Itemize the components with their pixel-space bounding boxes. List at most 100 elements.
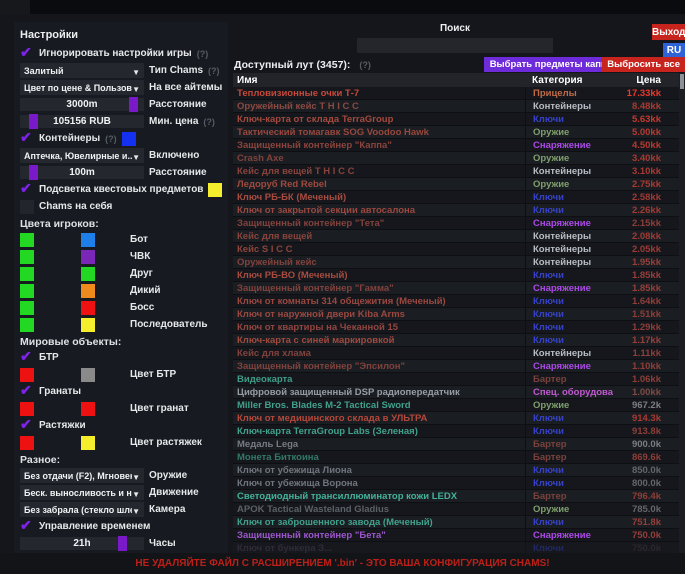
table-row[interactable]: Ключ РБ-ВО (Меченый) Ключи 1.85kk — [233, 269, 685, 282]
slider-handle[interactable] — [129, 97, 138, 112]
drop-all-button[interactable]: Выбросить все — [602, 57, 685, 72]
table-row[interactable]: APOK Tactical Wasteland Gladius Оружие 7… — [233, 503, 685, 516]
select-kappa-items-button[interactable]: Выбрать предметы каппа — [484, 57, 618, 72]
table-row[interactable]: Защищенный контейнер "Эпсилон" Снаряжени… — [233, 360, 685, 373]
table-row[interactable]: Тепловизионные очки Т-7 Прицелы 17.33kk — [233, 87, 685, 100]
table-row[interactable]: Ключ-карта от склада TerraGroup Ключи 5.… — [233, 113, 685, 126]
distance-slider[interactable]: 3000m — [20, 98, 144, 111]
item-price: 1.10kk — [613, 361, 685, 372]
item-category: Бартер — [525, 451, 613, 463]
table-row[interactable]: Miller Bros. Blades M-2 Tactical Sword О… — [233, 399, 685, 412]
table-row[interactable]: Оружейный кейс Контейнеры 1.95kk — [233, 256, 685, 269]
player-visible-color-swatch[interactable] — [20, 318, 34, 332]
column-header-category[interactable]: Категория — [525, 73, 613, 87]
containers-filter-dropdown[interactable]: Аптечка, Ювелирные и... — [20, 148, 144, 163]
player-type-color-swatch[interactable] — [81, 233, 95, 247]
table-row[interactable]: Ледоруб Red Rebel Оружие 2.75kk — [233, 178, 685, 191]
weapon-dropdown[interactable]: Без отдачи (F2), Мгновенное п — [20, 468, 144, 483]
column-header-name[interactable]: Имя — [233, 75, 525, 86]
item-name: Кейс для хлама — [233, 348, 525, 359]
table-row[interactable]: Ключ от заброшенного завода (Меченый) Кл… — [233, 516, 685, 529]
search-input[interactable] — [357, 38, 553, 53]
containers-checkbox[interactable] — [20, 132, 34, 146]
tripwires-color-swatch-2[interactable] — [81, 436, 95, 450]
table-row[interactable]: Защищенный контейнер "Тета" Снаряжение 2… — [233, 217, 685, 230]
help-icon: (?) — [197, 49, 209, 59]
grenades-color-swatch-1[interactable] — [20, 402, 34, 416]
table-row[interactable]: Кейс S I C C Контейнеры 2.05kk — [233, 243, 685, 256]
player-visible-color-swatch[interactable] — [20, 267, 34, 281]
grenades-color-swatch-2[interactable] — [81, 402, 95, 416]
ignore-game-settings-checkbox[interactable] — [20, 47, 34, 61]
table-row[interactable]: Светодиодный трансиллюминатор кожи LEDX … — [233, 490, 685, 503]
scrollbar-thumb[interactable] — [680, 74, 684, 89]
table-scrollbar[interactable] — [679, 73, 685, 553]
min-price-slider[interactable]: 105156 RUB — [20, 115, 144, 128]
item-category: Ключи — [525, 477, 613, 489]
player-type-color-swatch[interactable] — [81, 284, 95, 298]
btr-color-swatch-1[interactable] — [20, 368, 34, 382]
table-row[interactable]: Ключ от квартиры на Чеканной 15 Ключи 1.… — [233, 321, 685, 334]
movement-dropdown[interactable]: Беск. выносливость и нет уста — [20, 485, 144, 500]
hours-row: 21h Часы — [14, 535, 228, 552]
table-row[interactable]: Ключ от убежища Лиона Ключи 850.0k — [233, 464, 685, 477]
table-row[interactable]: Ключ от наружной двери Kiba Arms Ключи 1… — [233, 308, 685, 321]
table-row[interactable]: Защищенный контейнер "Бета" Снаряжение 7… — [233, 529, 685, 542]
time-control-checkbox[interactable] — [20, 520, 34, 534]
table-row[interactable]: Защищенный контейнер "Каппа" Снаряжение … — [233, 139, 685, 152]
language-button[interactable]: RU — [663, 43, 685, 57]
player-type-color-swatch[interactable] — [81, 250, 95, 264]
btr-color-swatch-2[interactable] — [81, 368, 95, 382]
column-header-price[interactable]: Цена — [613, 75, 685, 86]
chams-type-dropdown[interactable]: Залитый — [20, 63, 144, 78]
slider-handle[interactable] — [118, 536, 127, 551]
item-price: 4.50kk — [613, 140, 685, 151]
exit-button[interactable]: Выход — [652, 24, 685, 40]
table-row[interactable]: Цифровой защищенный DSP радиопередатчик … — [233, 386, 685, 399]
slider-handle[interactable] — [29, 114, 38, 129]
player-visible-color-swatch[interactable] — [20, 301, 34, 315]
table-row[interactable]: Ключ от закрытой секции автосалона Ключи… — [233, 204, 685, 217]
table-row[interactable]: Оружейный кейс T H I C C Контейнеры 8.48… — [233, 100, 685, 113]
table-row[interactable]: Ключ от бункера З... Ключи 750.0k — [233, 542, 685, 553]
quest-highlight-checkbox[interactable] — [20, 183, 34, 197]
item-category: Оружие — [525, 178, 613, 190]
table-row[interactable]: Ключ-карта TerraGroup Labs (Зеленая) Клю… — [233, 425, 685, 438]
hours-slider[interactable]: 21h — [20, 537, 144, 550]
table-row[interactable]: Монета Биткоина Бартер 869.6k — [233, 451, 685, 464]
table-row[interactable]: Ключ-карта с синей маркировкой Ключи 1.1… — [233, 334, 685, 347]
table-row[interactable]: Ключ от медицинского склада в УЛЬТРА Клю… — [233, 412, 685, 425]
item-name: Ключ от закрытой секции автосалона — [233, 205, 525, 216]
btr-checkbox[interactable] — [20, 351, 34, 365]
grenades-checkbox[interactable] — [20, 385, 34, 399]
item-category: Оружие — [525, 152, 613, 164]
item-price: 3.10kk — [613, 166, 685, 177]
table-row[interactable]: Тактический томагавк SOG Voodoo Hawk Ору… — [233, 126, 685, 139]
quest-highlight-color-swatch[interactable] — [208, 183, 222, 197]
containers-color-swatch[interactable] — [122, 132, 136, 146]
table-row[interactable]: Кейс для вещей Контейнеры 2.08kk — [233, 230, 685, 243]
slider-handle[interactable] — [29, 165, 38, 180]
containers-filter-value: Аптечка, Ювелирные и... — [24, 151, 132, 161]
all-items-dropdown[interactable]: Цвет по цене & Пользователь — [20, 80, 144, 95]
table-row[interactable]: Медаль Lega Бартер 900.0k — [233, 438, 685, 451]
table-row[interactable]: Ключ от комнаты 314 общежития (Меченый) … — [233, 295, 685, 308]
table-row[interactable]: Ключ от убежища Ворона Ключи 800.0k — [233, 477, 685, 490]
player-visible-color-swatch[interactable] — [20, 233, 34, 247]
camera-dropdown[interactable]: Без забрала (стекло шлема) — [20, 502, 144, 517]
tripwires-checkbox[interactable] — [20, 419, 34, 433]
player-visible-color-swatch[interactable] — [20, 284, 34, 298]
player-type-color-swatch[interactable] — [81, 267, 95, 281]
table-row[interactable]: Кейс для вещей T H I C C Контейнеры 3.10… — [233, 165, 685, 178]
table-row[interactable]: Ключ РБ-БК (Меченый) Ключи 2.58kk — [233, 191, 685, 204]
chams-self-checkbox[interactable] — [20, 200, 34, 214]
table-row[interactable]: Защищенный контейнер "Гамма" Снаряжение … — [233, 282, 685, 295]
player-type-color-swatch[interactable] — [81, 318, 95, 332]
containers-distance-slider[interactable]: 100m — [20, 166, 144, 179]
tripwires-color-swatch-1[interactable] — [20, 436, 34, 450]
player-type-color-swatch[interactable] — [81, 301, 95, 315]
table-row[interactable]: Видеокарта Бартер 1.06kk — [233, 373, 685, 386]
player-visible-color-swatch[interactable] — [20, 250, 34, 264]
table-row[interactable]: Кейс для хлама Контейнеры 1.11kk — [233, 347, 685, 360]
table-row[interactable]: Crash Axe Оружие 3.40kk — [233, 152, 685, 165]
